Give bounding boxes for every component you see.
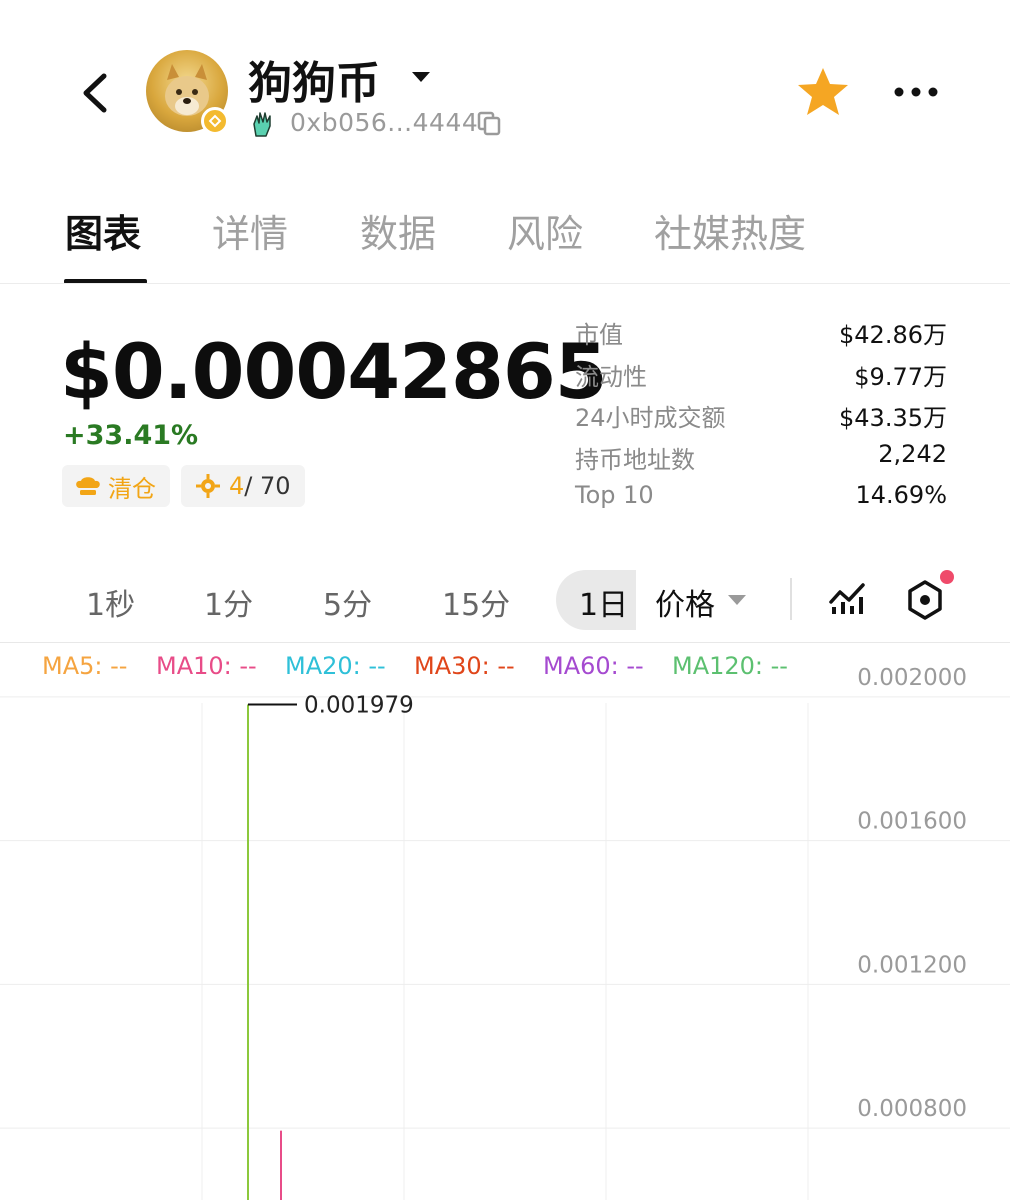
high-price-label: 0.001979 [304, 692, 414, 718]
divider [0, 283, 1010, 284]
timeframe-1s[interactable]: 1秒 [86, 580, 135, 624]
timeframe-1d[interactable]: 1日 [579, 580, 628, 624]
contract-address: 0xb056...4444 [290, 108, 479, 137]
tab-details[interactable]: 详情 [212, 203, 288, 258]
stat-label-24h-volume: 24小时成交额 [575, 404, 726, 432]
timeframe-1m[interactable]: 1分 [204, 580, 253, 624]
holders-rank-tag[interactable]: 4 / 70 [181, 465, 305, 507]
tab-data[interactable]: 数据 [360, 203, 436, 258]
clear-position-label: 清仓 [108, 474, 156, 503]
tab-risk[interactable]: 风险 [507, 203, 583, 258]
price-change: +33.41% [63, 420, 199, 451]
notification-dot [940, 570, 954, 584]
stat-value-holders: 2,242 [878, 440, 947, 468]
stat-label-liquidity: 流动性 [575, 363, 647, 391]
current-price: $0.00042865 [60, 327, 608, 416]
stat-label-holders: 持币地址数 [575, 446, 695, 474]
back-arrow-icon[interactable] [72, 68, 120, 118]
stat-value-market-cap: $42.86万 [839, 321, 947, 349]
copy-icon[interactable] [476, 110, 502, 136]
stat-label-market-cap: 市值 [575, 321, 623, 349]
y-tick-label: 0.001200 [857, 952, 967, 978]
stat-label-top10: Top 10 [575, 481, 654, 509]
chef-hat-icon [76, 477, 100, 495]
price-chart[interactable]: 0.002000 0.001600 0.001200 0.000800 0.001979 [0, 643, 1010, 1200]
price-mode-selector[interactable]: 价格 [655, 580, 715, 624]
y-tick-label: 0.000800 [857, 1096, 967, 1122]
tab-chart[interactable]: 图表 [65, 203, 141, 258]
stat-value-24h-volume: $43.35万 [839, 404, 947, 432]
more-icon[interactable] [891, 82, 941, 102]
hand-icon [250, 110, 276, 144]
clear-position-tag[interactable]: 清仓 [62, 465, 170, 507]
chart-settings-icon[interactable] [905, 579, 945, 621]
y-tick-label: 0.001600 [857, 809, 967, 835]
star-icon[interactable] [796, 66, 850, 118]
indicator-icon[interactable] [828, 580, 866, 618]
tab-social-heat[interactable]: 社媒热度 [654, 203, 806, 258]
caret-down-icon[interactable] [410, 70, 432, 84]
stat-value-liquidity: $9.77万 [854, 363, 947, 391]
bnb-chain-icon [201, 107, 229, 135]
token-title[interactable]: 狗狗币 [248, 47, 380, 111]
y-tick-label: 0.002000 [857, 665, 967, 691]
timeframe-15m[interactable]: 15分 [442, 580, 510, 624]
caret-down-icon[interactable] [726, 593, 748, 607]
holders-rank-value: 4 [229, 472, 245, 500]
stat-value-top10: 14.69% [855, 481, 947, 509]
divider [790, 578, 792, 620]
target-icon [196, 474, 220, 498]
holders-rank-total: / 70 [244, 472, 291, 500]
timeframe-5m[interactable]: 5分 [323, 580, 372, 624]
